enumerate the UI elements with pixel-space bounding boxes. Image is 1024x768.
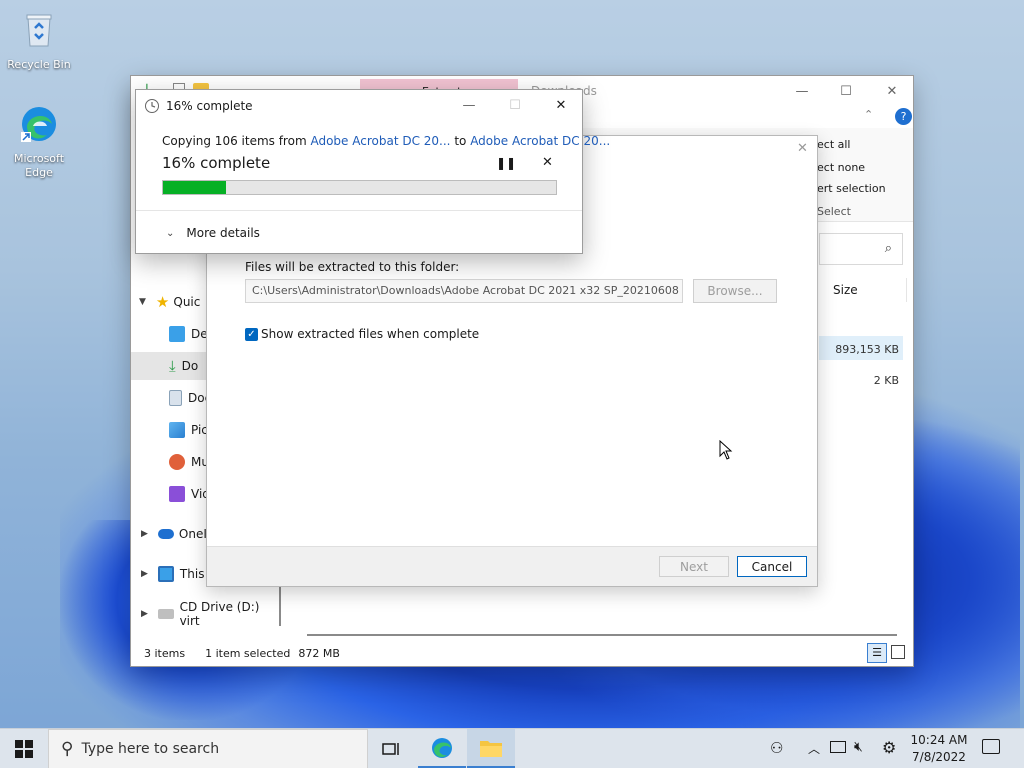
dialog-title: 16% complete (166, 99, 253, 113)
recycle-bin-icon (26, 14, 52, 47)
search-icon: ⚲ (61, 739, 74, 759)
chevron-down-icon[interactable]: ▼ (139, 297, 146, 307)
cloud-icon (157, 529, 174, 539)
status-selection: 1 item selected (205, 646, 291, 660)
folder-icon (480, 740, 502, 757)
desktop-icon (169, 326, 185, 342)
desktop-icon-label: Recycle Bin (7, 58, 71, 71)
nav-label: This (179, 567, 205, 581)
pause-icon[interactable]: ❚❚ (496, 156, 516, 170)
minimize-button[interactable]: — (446, 90, 492, 120)
ribbon-invert-selection[interactable]: ert selection (817, 182, 886, 195)
nav-label: Quic (173, 295, 201, 309)
chevron-down-icon: ⌄ (166, 227, 175, 239)
next-button[interactable]: Next (659, 556, 729, 577)
to-text: to (454, 134, 467, 148)
clock-time[interactable]: 10:24 AM (904, 733, 974, 747)
document-icon (169, 390, 182, 406)
source-link[interactable]: Adobe Acrobat DC 20... (310, 134, 450, 148)
progress-percent-text: 16% complete (162, 154, 271, 172)
nav-label: CD Drive (D:) virt (179, 600, 260, 628)
maximize-button: ☐ (509, 97, 521, 113)
chevron-right-icon[interactable]: ▶ (141, 609, 148, 619)
tiles-view-icon[interactable] (891, 645, 905, 659)
taskbar: ⚲ Type here to search ⚇ ︿ 🔇︎ ⚙ 10:24 AM … (0, 728, 1024, 768)
mouse-cursor-icon (719, 440, 733, 460)
file-size: 893,153 KB (835, 343, 899, 356)
wizard-footer: Next Cancel (207, 546, 817, 586)
copy-progress-dialog[interactable]: 16% complete — ☐ ✕ Copying 106 items fro… (135, 89, 610, 254)
volume-muted-icon[interactable]: 🔇︎ (854, 739, 863, 755)
copy-prefix-text: Copying 106 items from (162, 134, 307, 148)
status-bar: 3 items 1 item selected 872 MB ☰ (131, 640, 913, 666)
notifications-icon[interactable] (982, 739, 1000, 754)
pictures-icon (169, 422, 185, 438)
horizontal-scrollbar[interactable] (307, 634, 897, 636)
cancel-copy-icon[interactable]: ✕ (542, 155, 553, 170)
task-view-icon (382, 743, 399, 755)
wizard-close-icon[interactable]: ✕ (797, 141, 808, 156)
desktop-icon-edge[interactable]: Microsoft Edge (3, 104, 75, 180)
search-input[interactable]: ⌕ (819, 233, 903, 265)
ribbon-select-all[interactable]: ect all (817, 138, 850, 151)
status-size: 872 MB (298, 646, 340, 660)
download-icon: ⤓ (169, 357, 176, 375)
browse-button[interactable]: Browse... (693, 279, 777, 303)
destination-path-input[interactable]: C:\Users\Administrator\Downloads\Adobe A… (245, 279, 683, 303)
task-view-button[interactable] (368, 729, 416, 768)
details-view-icon[interactable]: ☰ (867, 643, 887, 663)
copy-progress-bar (162, 180, 557, 195)
show-files-checkbox[interactable]: ✓ (245, 328, 258, 341)
edge-icon (21, 107, 56, 142)
desktop-icon-recycle-bin[interactable]: Recycle Bin (3, 10, 75, 72)
videos-icon (169, 486, 185, 502)
nav-label: OneI (178, 527, 207, 541)
edge-icon (432, 737, 452, 758)
people-icon[interactable]: ⚇ (770, 739, 783, 757)
computer-icon (157, 566, 174, 582)
windows-logo-icon (15, 740, 33, 758)
nav-scrollbar[interactable] (279, 586, 281, 626)
desktop-icon-label-line2: Edge (25, 166, 53, 179)
show-files-label: Show extracted files when complete (261, 327, 480, 341)
close-button[interactable]: ✕ (538, 90, 584, 120)
taskbar-edge[interactable] (418, 729, 466, 768)
start-button[interactable] (0, 729, 48, 768)
network-icon[interactable] (830, 741, 846, 753)
nav-label: Do (181, 359, 199, 373)
taskbar-file-explorer[interactable] (467, 729, 515, 768)
progress-fill (163, 181, 226, 194)
more-details-label: More details (186, 226, 260, 240)
search-icon: ⌕ (884, 241, 892, 256)
more-details-toggle[interactable]: ⌄ More details (166, 226, 260, 240)
file-size: 2 KB (873, 374, 899, 387)
status-item-count: 3 items (144, 646, 186, 660)
desktop-icon-label-line1: Microsoft (13, 152, 65, 165)
star-icon: ★ (155, 293, 170, 311)
chevron-right-icon[interactable]: ▶ (141, 569, 148, 579)
cd-drive-icon (157, 609, 174, 619)
minimize-button[interactable]: — (779, 76, 825, 106)
nav-cd-drive[interactable]: ▶ CD Drive (D:) virt (131, 600, 281, 628)
close-button[interactable]: ✕ (869, 76, 915, 106)
maximize-button[interactable]: ☐ (823, 76, 869, 106)
destination-link[interactable]: Adobe Acrobat DC 20... (470, 134, 610, 148)
chevron-up-icon[interactable]: ︿ (808, 740, 820, 757)
cancel-button[interactable]: Cancel (737, 556, 807, 577)
ribbon-collapse-icon[interactable]: ⌃ (864, 108, 873, 121)
music-icon (169, 454, 185, 470)
taskbar-search-box[interactable]: ⚲ Type here to search (48, 729, 368, 768)
clock-icon (145, 99, 159, 113)
destination-label: Files will be extracted to this folder: (245, 260, 460, 274)
clock-date[interactable]: 7/8/2022 (904, 750, 974, 764)
help-icon[interactable]: ? (895, 108, 912, 125)
copy-summary: Copying 106 items from Adobe Acrobat DC … (162, 134, 610, 148)
ribbon-select-none[interactable]: ect none (817, 161, 865, 174)
settings-gear-icon[interactable]: ⚙ (882, 738, 896, 757)
divider (136, 210, 582, 211)
column-header-size[interactable]: Size (819, 278, 907, 302)
ribbon-group-select: Select (817, 205, 851, 218)
search-placeholder: Type here to search (81, 741, 220, 757)
chevron-right-icon[interactable]: ▶ (141, 529, 148, 539)
